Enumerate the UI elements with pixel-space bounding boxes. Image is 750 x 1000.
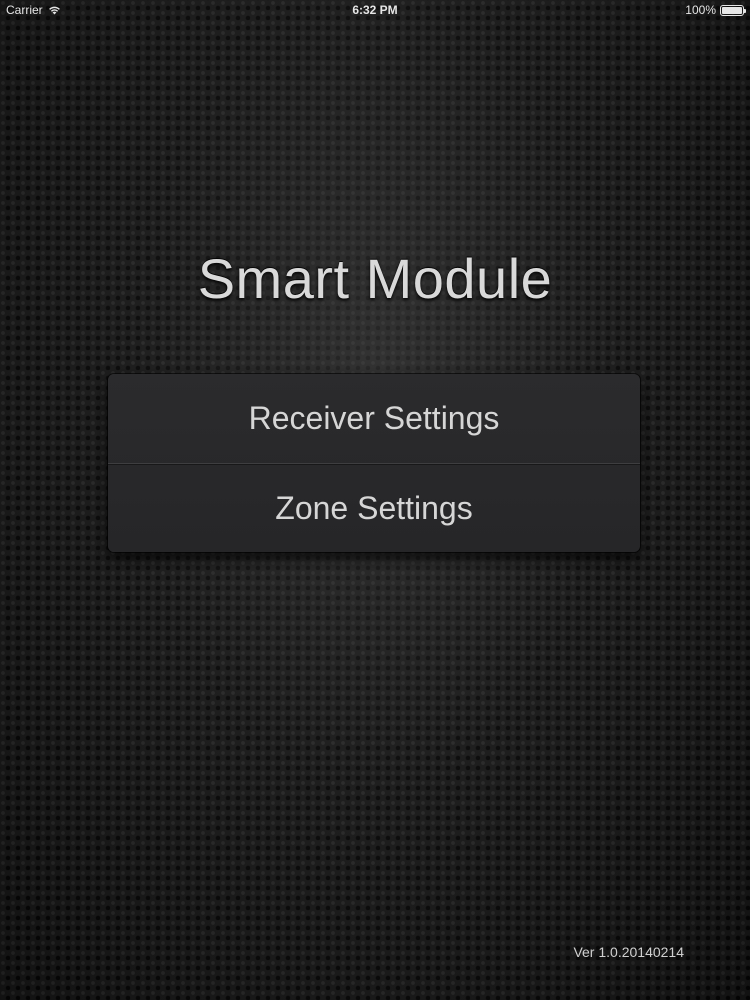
battery-fill — [722, 6, 742, 14]
status-bar: Carrier 6:32 PM 100% — [0, 0, 750, 20]
app-screen: Carrier 6:32 PM 100% Smart Module Receiv… — [0, 0, 750, 1000]
status-right: 100% — [685, 0, 746, 20]
battery-percent: 100% — [685, 3, 716, 17]
status-time: 6:32 PM — [352, 3, 398, 17]
page-title: Smart Module — [197, 247, 553, 310]
battery-icon — [720, 4, 746, 16]
settings-menu: Receiver Settings Zone Settings — [108, 374, 640, 552]
version-label: Ver 1.0.20140214 — [573, 944, 684, 960]
zone-settings-button[interactable]: Zone Settings — [108, 463, 640, 552]
receiver-settings-button[interactable]: Receiver Settings — [108, 374, 640, 463]
